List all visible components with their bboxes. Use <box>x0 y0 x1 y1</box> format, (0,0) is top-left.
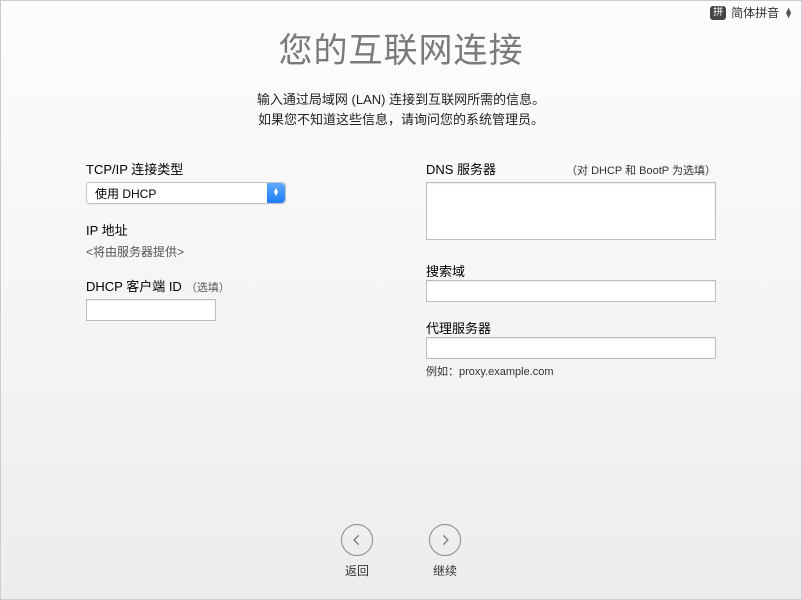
continue-button[interactable]: 继续 <box>429 524 461 579</box>
input-method-menu[interactable]: 拼 简体拼音 ▲▼ <box>710 4 793 21</box>
dns-servers-input[interactable] <box>426 182 716 240</box>
tcpip-type-label: TCP/IP 连接类型 <box>86 159 183 178</box>
search-domains-label: 搜索域 <box>426 261 716 280</box>
dhcp-client-id-input[interactable] <box>86 299 216 321</box>
subtitle-line-1: 输入通过局域网 (LAN) 连接到互联网所需的信息。 <box>1 90 801 110</box>
select-stepper-icon: ▲▼ <box>267 183 285 203</box>
page-title: 您的互联网连接 <box>1 23 801 72</box>
back-button[interactable]: 返回 <box>341 524 373 579</box>
dhcp-client-id-hint: （选填） <box>186 279 230 295</box>
tcpip-type-select[interactable]: 使用 DHCP ▲▼ <box>86 182 286 204</box>
dns-servers-hint: （对 DHCP 和 BootP 为选填） <box>566 162 716 178</box>
subtitle-line-2: 如果您不知道这些信息，请询问您的系统管理员。 <box>1 110 801 130</box>
arrow-right-icon <box>429 524 461 556</box>
ime-label: 简体拼音 <box>731 4 779 21</box>
proxy-server-label: 代理服务器 <box>426 318 716 337</box>
ime-badge-icon: 拼 <box>710 6 726 20</box>
arrow-left-icon <box>341 524 373 556</box>
ip-address-label: IP 地址 <box>86 220 376 239</box>
proxy-server-input[interactable] <box>426 337 716 359</box>
dns-servers-label: DNS 服务器 <box>426 159 496 178</box>
tcpip-selected-value: 使用 DHCP <box>95 185 156 202</box>
dhcp-client-id-label: DHCP 客户端 ID <box>86 276 182 295</box>
menu-updown-icon: ▲▼ <box>784 8 793 18</box>
proxy-example-hint: 例如：proxy.example.com <box>426 363 716 379</box>
search-domains-input[interactable] <box>426 280 716 302</box>
page-subtitle: 输入通过局域网 (LAN) 连接到互联网所需的信息。 如果您不知道这些信息，请询… <box>1 90 801 129</box>
continue-label: 继续 <box>433 562 457 579</box>
back-label: 返回 <box>345 562 369 579</box>
ip-address-value: <将由服务器提供> <box>86 243 376 260</box>
